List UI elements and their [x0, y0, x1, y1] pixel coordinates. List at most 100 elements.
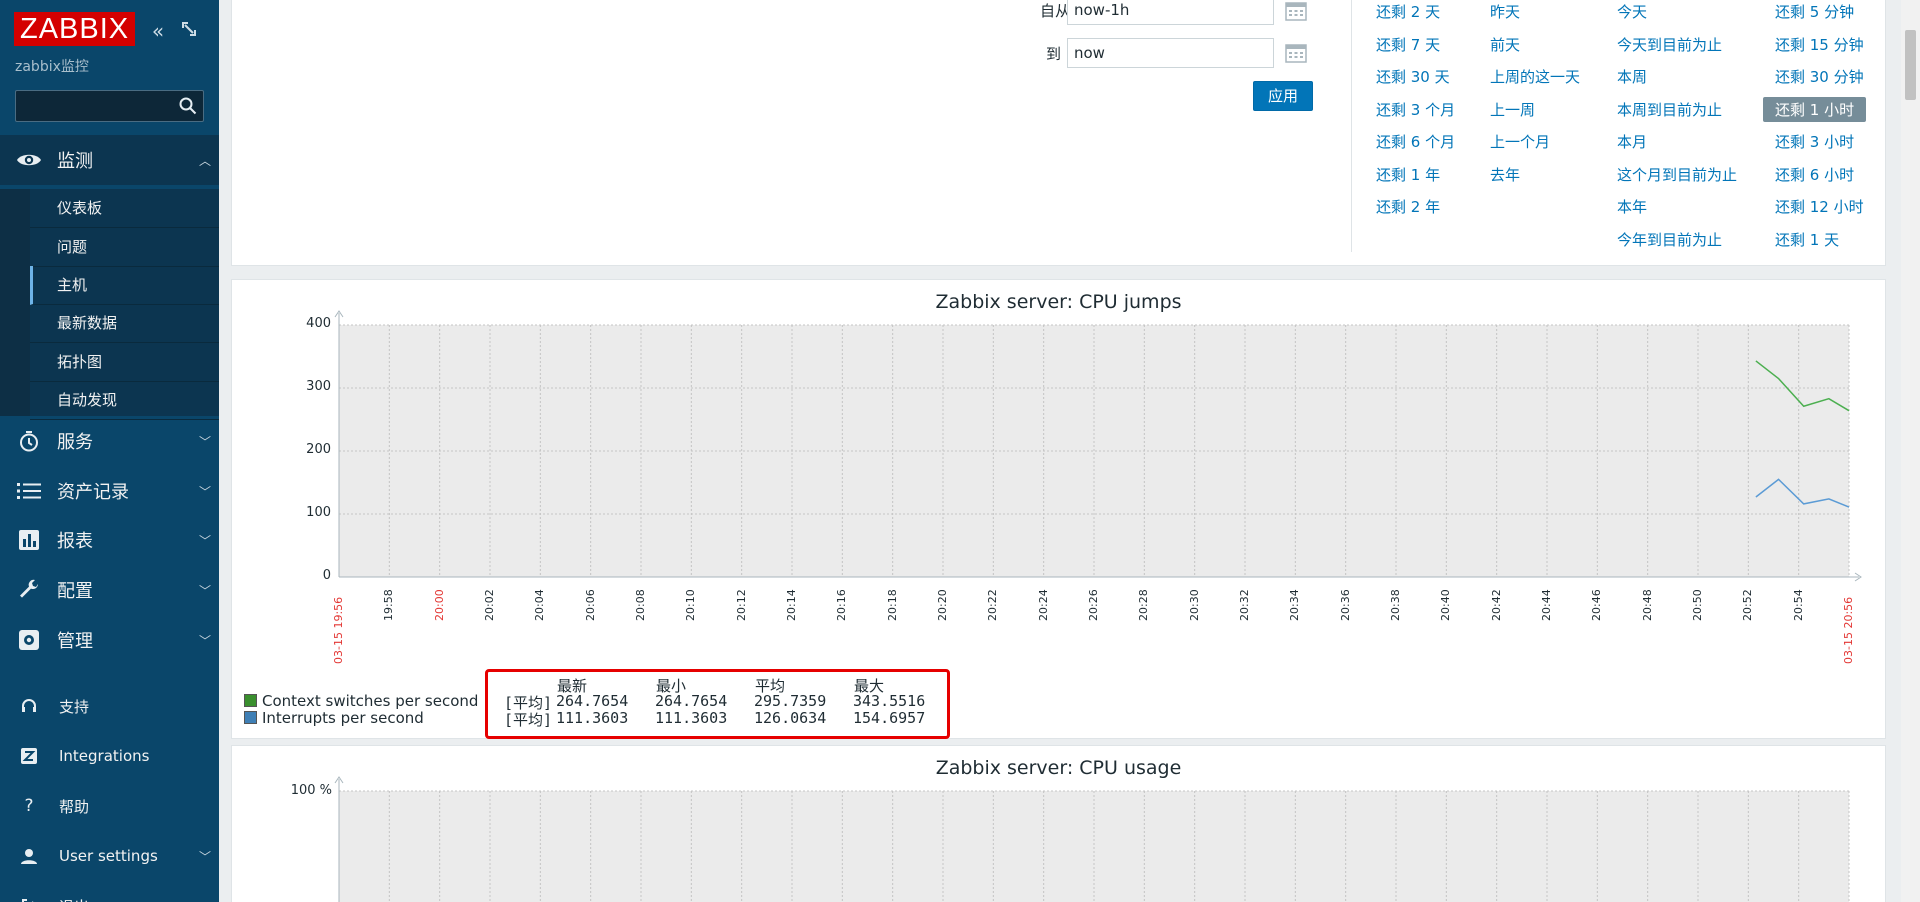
submenu-item-problems[interactable]: 问题 [30, 228, 219, 267]
menu-support[interactable]: 支持 [0, 681, 219, 731]
x-tick-label: 20:28 [1137, 589, 1151, 621]
menu-monitoring-label: 监测 [57, 151, 93, 172]
submenu-item-dashboard[interactable]: 仪表板 [30, 189, 219, 228]
bar-chart-icon [14, 525, 44, 555]
legend-item: Interrupts per second [244, 709, 424, 727]
quick-range-link[interactable]: 今天 [1617, 1, 1647, 22]
menu-inventory-label: 资产记录 [57, 482, 129, 503]
quick-range-link[interactable]: 还剩 15 分钟 [1775, 34, 1864, 55]
quick-range-link[interactable]: 还剩 6 小时 [1775, 164, 1854, 185]
menu-configuration-label: 配置 [57, 581, 93, 602]
y-tick-label: 0 [322, 568, 331, 583]
x-tick-label: 20:16 [835, 589, 849, 621]
calendar-icon[interactable] [1285, 0, 1307, 22]
quick-range-link[interactable]: 还剩 1 小时 [1763, 96, 1867, 122]
menu-reports-label: 报表 [57, 531, 93, 552]
quick-range-link[interactable]: 还剩 30 分钟 [1775, 66, 1864, 87]
x-tick-label: 20:22 [986, 589, 1000, 621]
menu-reports[interactable]: 报表 ﹀ [0, 515, 219, 565]
menu-monitoring[interactable]: 监测 ︿ [0, 135, 219, 185]
time-filter-panel: 自从 now-1h 到 now 应用 还剩 2 天还剩 7 天还剩 30 天还剩… [231, 0, 1886, 266]
scrollbar-thumb[interactable] [1905, 30, 1916, 100]
apply-button[interactable]: 应用 [1253, 81, 1313, 111]
quick-range-link[interactable]: 上一个月 [1490, 131, 1550, 152]
x-tick-label: 19:58 [382, 589, 396, 621]
quick-range-link[interactable]: 上周的这一天 [1490, 66, 1580, 87]
menu-configuration[interactable]: 配置 ﹀ [0, 565, 219, 615]
submenu-item-latest-data[interactable]: 最新数据 [30, 304, 219, 343]
chevron-down-icon: ﹀ [198, 583, 211, 598]
y-tick-label: 100 [306, 505, 331, 520]
submenu-item-maps[interactable]: 拓扑图 [30, 343, 219, 382]
x-tick-label: 20:24 [1036, 589, 1050, 621]
search-icon[interactable] [179, 97, 197, 115]
calendar-icon[interactable] [1285, 42, 1307, 64]
quick-range-link[interactable]: 还剩 3 小时 [1775, 131, 1854, 152]
quick-range-link[interactable]: 今天到目前为止 [1617, 34, 1722, 55]
submenu-item-hosts[interactable]: 主机 [30, 266, 219, 305]
collapse-sidebar-icon[interactable]: « [145, 18, 171, 44]
quick-range-link[interactable]: 本月 [1617, 131, 1647, 152]
to-label: 到 [1046, 45, 1062, 63]
cpu-jumps-plot [334, 310, 1862, 582]
quick-range-link[interactable]: 今年到目前为止 [1617, 229, 1722, 250]
quick-range-link[interactable]: 去年 [1490, 164, 1520, 185]
chevron-down-icon: ﹀ [198, 484, 211, 499]
x-tick-label: 20:46 [1590, 589, 1604, 621]
menu-sign-out[interactable]: 退出 [0, 881, 219, 902]
to-input[interactable]: now [1067, 38, 1274, 68]
quick-range-link[interactable]: 还剩 12 小时 [1775, 196, 1864, 217]
quick-range-link[interactable]: 本年 [1617, 196, 1647, 217]
quick-range-link[interactable]: 还剩 2 天 [1376, 1, 1440, 22]
x-tick-label: 20:44 [1540, 589, 1553, 621]
x-tick-label: 20:52 [1741, 589, 1755, 621]
menu-integrations[interactable]: Integrations [0, 731, 219, 781]
quick-range-link[interactable]: 这个月到目前为止 [1617, 164, 1737, 185]
from-input[interactable]: now-1h [1067, 0, 1274, 25]
legend-swatch [244, 694, 257, 707]
vertical-scrollbar[interactable] [1901, 0, 1920, 902]
x-tick-label: 20:54 [1791, 589, 1805, 621]
quick-range-link[interactable]: 还剩 1 年 [1376, 164, 1440, 185]
zabbix-logo[interactable]: ZABBIX [14, 12, 136, 46]
quick-range-link[interactable]: 本周到目前为止 [1617, 99, 1722, 120]
quick-range-link[interactable]: 前天 [1490, 34, 1520, 55]
legend-swatch [244, 711, 257, 724]
quick-range-link[interactable]: 本周 [1617, 66, 1647, 87]
quick-range-link[interactable]: 还剩 6 个月 [1376, 131, 1455, 152]
menu-services[interactable]: 服务 ﹀ [0, 416, 219, 466]
legend-label: Context switches per second [262, 692, 479, 710]
x-tick-label: 20:50 [1691, 589, 1704, 621]
x-tick-label: 20:12 [734, 589, 748, 621]
x-tick-label: 20:04 [533, 589, 547, 621]
x-tick-label: 20:14 [785, 589, 798, 621]
chevron-down-icon: ﹀ [198, 633, 211, 648]
quick-range-link[interactable]: 还剩 1 天 [1775, 229, 1839, 250]
quick-range-link[interactable]: 还剩 7 天 [1376, 34, 1440, 55]
y-tick-label: 100 % [290, 783, 332, 798]
quick-range-link[interactable]: 上一周 [1490, 99, 1535, 120]
menu-administration[interactable]: 管理 ﹀ [0, 615, 219, 665]
quick-range-link[interactable]: 还剩 5 分钟 [1775, 1, 1854, 22]
y-tick-label: 300 [306, 379, 331, 394]
y-tick-label: 200 [306, 442, 331, 457]
filter-divider [1351, 0, 1352, 252]
menu-sign-out-label: 退出 [59, 896, 219, 902]
stopwatch-icon [14, 426, 44, 456]
sidebar-search-input[interactable] [16, 91, 176, 121]
quick-range-link[interactable]: 昨天 [1490, 1, 1520, 22]
submenu-item-discovery[interactable]: 自动发现 [30, 381, 219, 420]
main-content: 自从 now-1h 到 now 应用 还剩 2 天还剩 7 天还剩 30 天还剩… [219, 0, 1901, 902]
eye-icon [14, 145, 44, 175]
kiosk-mode-icon[interactable] [176, 18, 202, 44]
menu-support-label: 支持 [59, 697, 90, 716]
quick-range-link[interactable]: 还剩 3 个月 [1376, 99, 1455, 120]
quick-range-link[interactable]: 还剩 30 天 [1376, 66, 1450, 87]
x-tick-label: 20:36 [1338, 589, 1352, 621]
menu-help[interactable]: ? 帮助 [0, 781, 219, 831]
list-icon [14, 476, 44, 506]
quick-range-link[interactable]: 还剩 2 年 [1376, 196, 1440, 217]
menu-user-settings[interactable]: User settings ﹀ [0, 831, 219, 881]
sidebar-search[interactable] [15, 90, 204, 122]
menu-inventory[interactable]: 资产记录 ﹀ [0, 466, 219, 516]
